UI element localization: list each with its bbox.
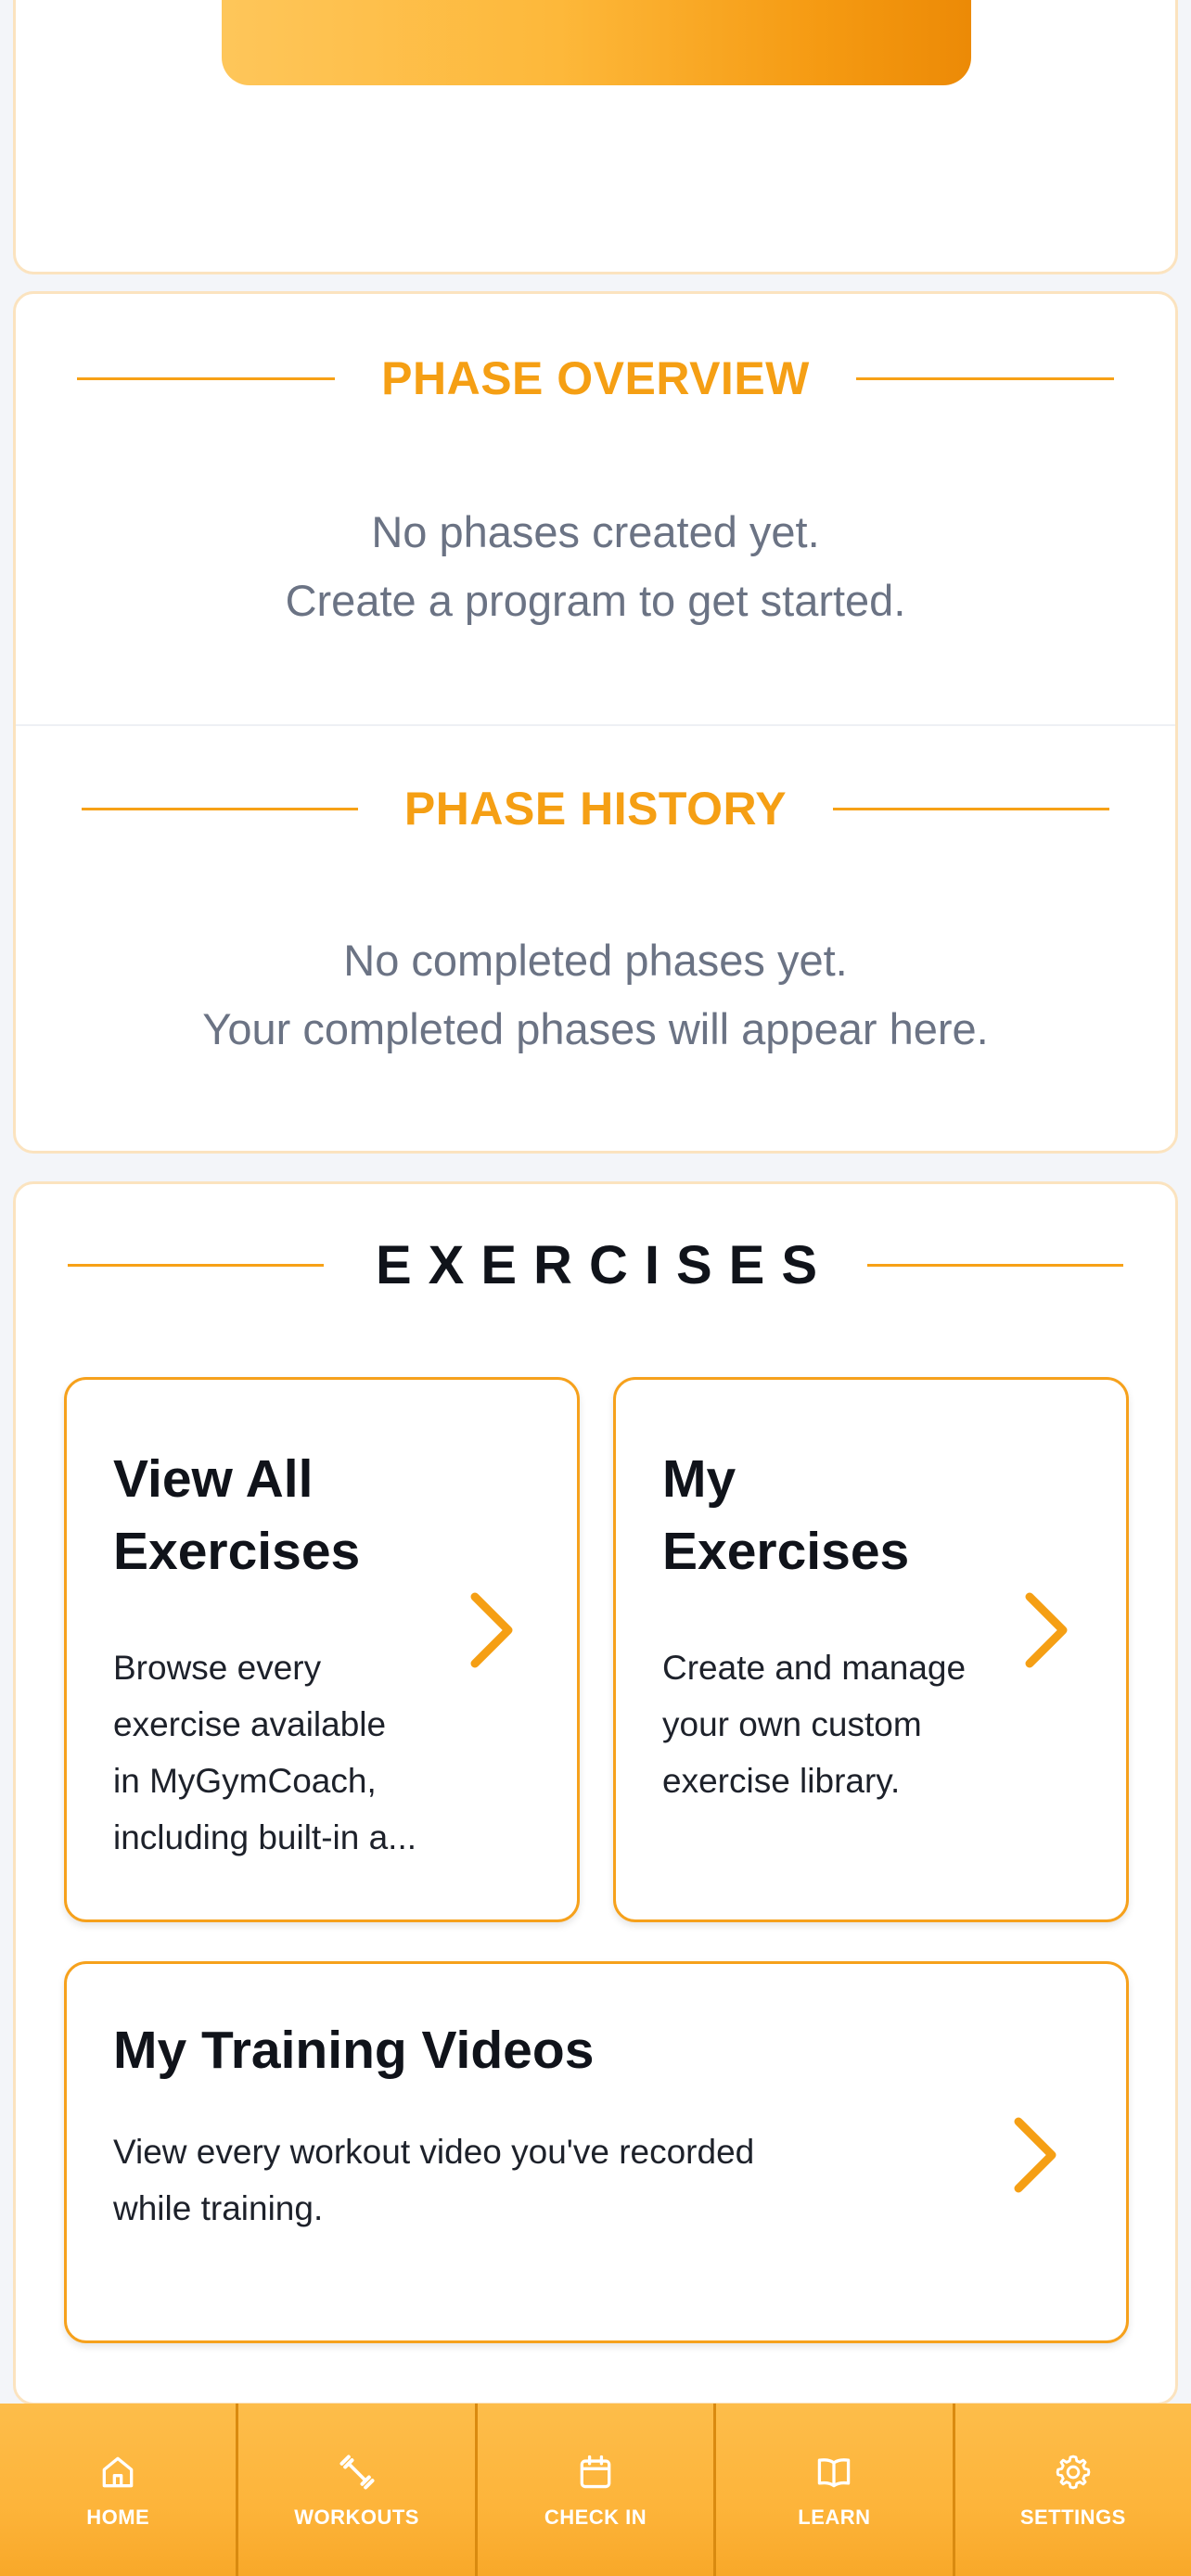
view-all-exercises-card[interactable]: View All Exercises Browse every exercise… — [64, 1377, 580, 1922]
nav-label: SETTINGS — [1019, 2506, 1126, 2529]
tile-title-line: Exercises — [662, 1522, 910, 1581]
nav-item-home[interactable]: HOME — [0, 2404, 239, 2576]
empty-line: Create a program to get started. — [285, 576, 906, 625]
primary-action-bar[interactable] — [222, 0, 971, 85]
home-icon — [102, 2456, 134, 2488]
top-card — [13, 0, 1178, 274]
tile-title-line: My — [662, 1449, 736, 1509]
exercises-header: EXERCISES — [16, 1234, 1175, 1296]
empty-line: No phases created yet. — [371, 507, 820, 556]
phase-history-empty-message: No completed phases yet. Your completed … — [16, 926, 1175, 1064]
header-line-left — [68, 1264, 324, 1267]
section-divider — [16, 724, 1175, 726]
tile-title: View All Exercises — [113, 1443, 360, 1588]
tile-desc-line: Create and manage — [662, 1649, 967, 1687]
tile-desc-line: while training. — [113, 2189, 324, 2227]
nav-item-settings[interactable]: SETTINGS — [955, 2404, 1191, 2576]
chevron-right-icon — [1014, 2117, 1057, 2193]
my-training-videos-card[interactable]: My Training Videos View every workout vi… — [64, 1961, 1129, 2343]
empty-line: Your completed phases will appear here. — [202, 1004, 989, 1053]
phase-overview-empty-message: No phases created yet. Create a program … — [16, 498, 1175, 635]
empty-line: No completed phases yet. — [343, 936, 848, 985]
tile-desc-line: including built-in a... — [113, 1818, 417, 1856]
header-line-right — [833, 807, 1110, 810]
exercises-card: EXERCISES View All Exercises Browse ever… — [13, 1181, 1178, 2405]
book-icon — [818, 2458, 851, 2488]
gear-icon — [1056, 2455, 1091, 2490]
tile-title: My Exercises — [662, 1443, 909, 1588]
phase-overview-title: PHASE OVERVIEW — [381, 352, 810, 404]
bottom-nav: HOME WORKOUTS CHECK IN LEARN SETTINGS — [0, 2404, 1191, 2576]
dumbbell-icon — [339, 2455, 375, 2490]
chevron-right-icon — [470, 1592, 513, 1668]
tile-title: My Training Videos — [113, 2021, 595, 2080]
nav-label: WORKOUTS — [294, 2506, 419, 2529]
phase-overview-header: PHASE OVERVIEW — [16, 351, 1175, 405]
tile-title-line: View All — [113, 1449, 314, 1509]
nav-label: CHECK IN — [544, 2506, 647, 2529]
header-line-right — [867, 1264, 1123, 1267]
phases-card: PHASE OVERVIEW No phases created yet. Cr… — [13, 291, 1178, 1154]
tile-desc-line: exercise available — [113, 1705, 387, 1743]
tile-desc-line: exercise library. — [662, 1762, 901, 1800]
nav-label: HOME — [86, 2506, 150, 2529]
phase-history-header: PHASE HISTORY — [16, 782, 1175, 835]
my-exercises-card[interactable]: My Exercises Create and manage your own … — [613, 1377, 1129, 1922]
tile-desc-line: in MyGymCoach, — [113, 1762, 377, 1800]
chevron-right-icon — [1025, 1592, 1068, 1668]
header-line-left — [81, 807, 358, 810]
tile-desc-line: View every workout video you've recorded — [113, 2133, 755, 2171]
nav-item-learn[interactable]: LEARN — [716, 2404, 955, 2576]
tile-desc-line: your own custom — [662, 1705, 922, 1743]
nav-item-workouts[interactable]: WORKOUTS — [238, 2404, 478, 2576]
exercises-title: EXERCISES — [376, 1235, 834, 1295]
header-line-left — [77, 376, 336, 380]
header-line-right — [855, 376, 1114, 380]
phase-history-title: PHASE HISTORY — [403, 783, 788, 835]
nav-label: LEARN — [798, 2506, 871, 2529]
calendar-icon — [580, 2455, 611, 2489]
nav-item-check-in[interactable]: CHECK IN — [478, 2404, 717, 2576]
tile-description: Create and manage your own custom exerci… — [662, 1639, 966, 1809]
tile-description: Browse every exercise available in MyGym… — [113, 1639, 416, 1866]
tile-title-line: Exercises — [113, 1522, 361, 1581]
tile-description: View every workout video you've recorded… — [113, 2123, 754, 2237]
tile-desc-line: Browse every — [113, 1649, 322, 1687]
